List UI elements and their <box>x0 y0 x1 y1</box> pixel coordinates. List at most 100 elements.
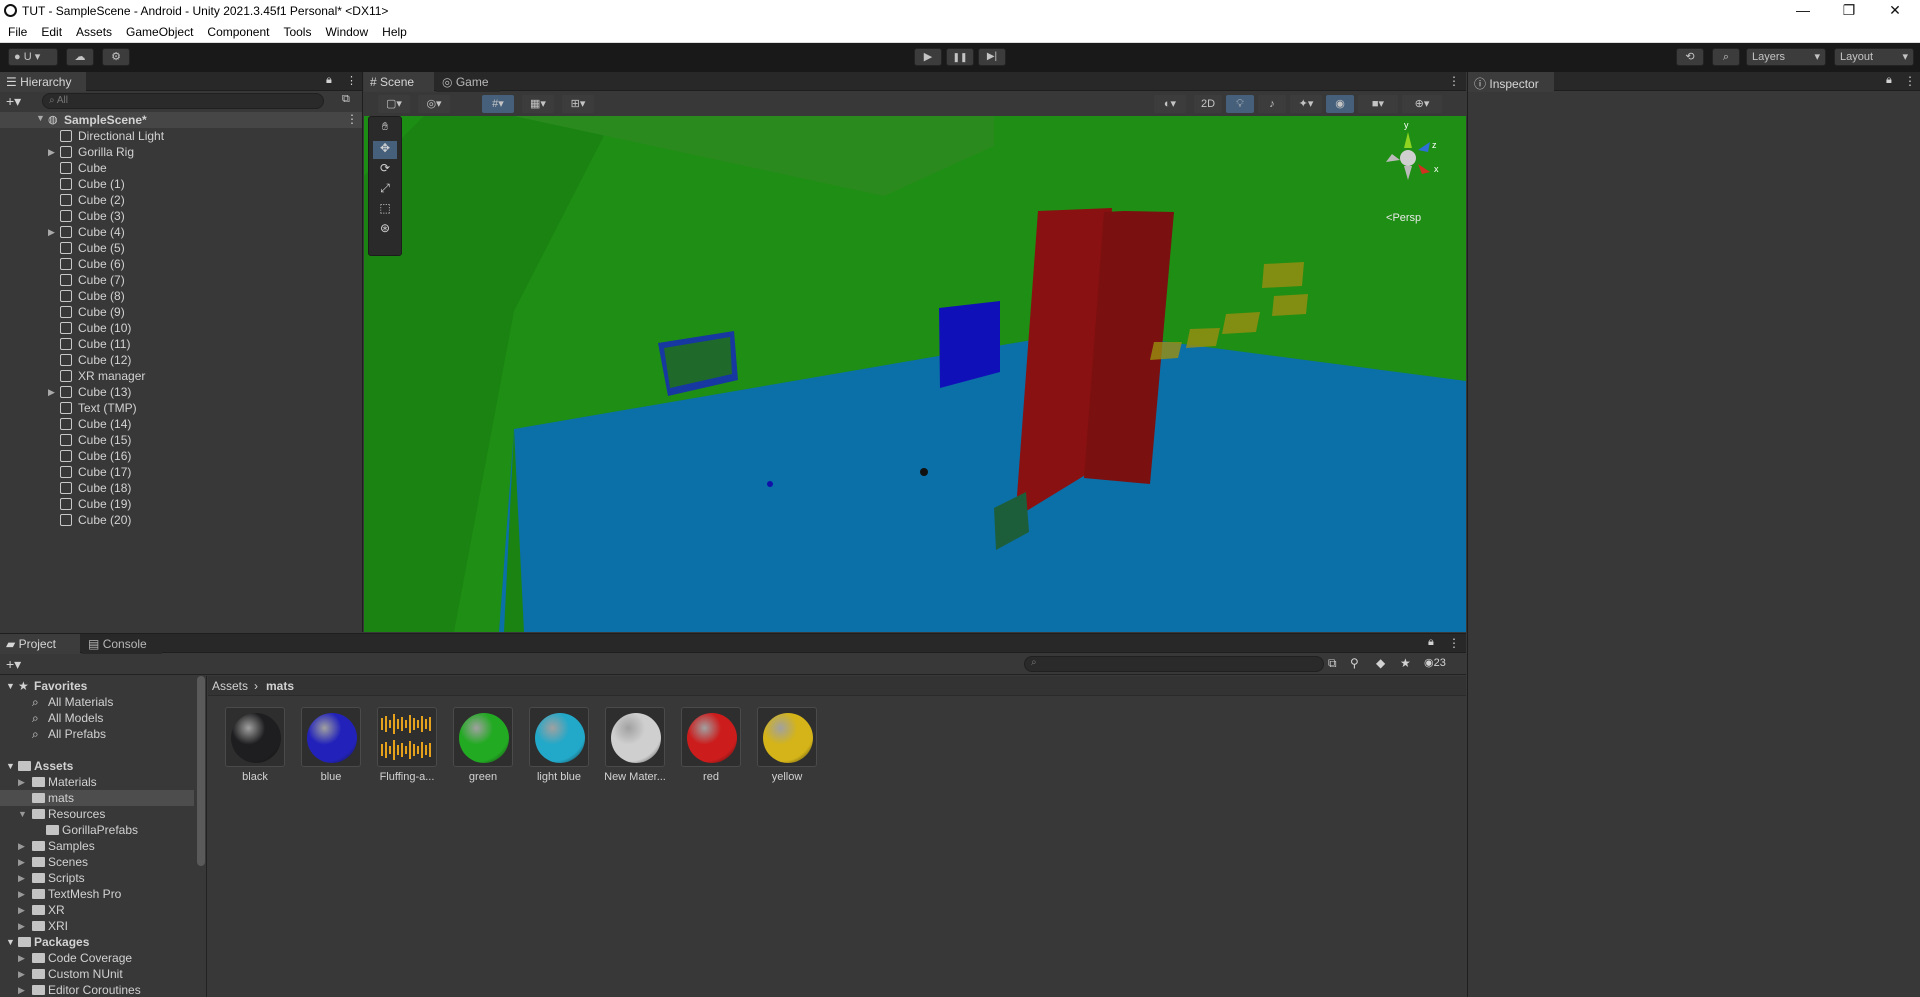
packages-root[interactable]: ▼ Packages <box>0 934 194 950</box>
hand-tool-icon[interactable]: ✋︎ <box>373 121 397 139</box>
hierarchy-search-input[interactable]: ⌕ All <box>42 93 324 109</box>
favorites-header[interactable]: ▼ ★ Favorites <box>0 678 194 694</box>
lock-icon[interactable]: 🔒︎ <box>1886 74 1892 87</box>
tab-game[interactable]: ◎ Game <box>436 72 500 92</box>
hidden-objects-icon[interactable]: ◉ <box>1326 95 1354 113</box>
favorite-item[interactable]: ⌕ All Prefabs <box>0 726 194 742</box>
scene-viewport[interactable]: ✋︎ ✥ ⟳ ⤢ ⬚ ⊛ y z x <Persp <box>364 116 1466 632</box>
hierarchy-item[interactable]: Cube (12) <box>0 352 362 368</box>
scene-root-row[interactable]: ▼ ◍ SampleScene* ⋮ <box>0 112 362 128</box>
hierarchy-item[interactable]: Text (TMP) <box>0 400 362 416</box>
expand-arrow-icon[interactable]: ▶ <box>18 886 25 902</box>
lock-icon[interactable]: 🔒︎ <box>326 74 332 87</box>
hierarchy-item[interactable]: Cube (18) <box>0 480 362 496</box>
audio-icon[interactable]: ♪ <box>1258 95 1286 113</box>
hierarchy-item[interactable]: ▶ Gorilla Rig <box>0 144 362 160</box>
draw-mode-dropdown[interactable]: ▢▾ <box>378 95 410 113</box>
hierarchy-item[interactable]: Cube <box>0 160 362 176</box>
package-item[interactable]: ▶ Code Coverage <box>0 950 194 966</box>
step-button[interactable]: ▶| <box>978 48 1006 66</box>
folder-item[interactable]: ▶ Scripts <box>0 870 194 886</box>
menu-edit[interactable]: Edit <box>33 22 68 39</box>
folder-item[interactable]: ▶ XRI <box>0 918 194 934</box>
hierarchy-item[interactable]: Directional Light <box>0 128 362 144</box>
hierarchy-item[interactable]: Cube (2) <box>0 192 362 208</box>
global-toggle-icon[interactable]: ◎▾ <box>418 95 450 113</box>
menu-window[interactable]: Window <box>317 22 374 39</box>
transform-tool-icon[interactable]: ⊛ <box>373 221 397 239</box>
search-by-type-icon[interactable]: ⧉ <box>1328 656 1337 671</box>
toggle-2d-button[interactable]: 2D <box>1194 95 1222 113</box>
hierarchy-item[interactable]: Cube (11) <box>0 336 362 352</box>
tab-project[interactable]: ▰ Project <box>0 634 80 654</box>
more-menu-icon[interactable]: ⋮ <box>1448 636 1460 650</box>
lock-icon[interactable]: 🔒︎ <box>1428 636 1434 649</box>
hierarchy-item[interactable]: Cube (14) <box>0 416 362 432</box>
history-icon[interactable]: ⟲ <box>1676 48 1704 66</box>
grid-icon[interactable]: ▦▾ <box>522 95 554 113</box>
hierarchy-item[interactable]: Cube (9) <box>0 304 362 320</box>
tab-hierarchy[interactable]: ☰ Hierarchy <box>0 72 86 92</box>
scene-menu-icon[interactable]: ⋮ <box>346 112 358 126</box>
grid-snap-icon[interactable]: #▾ <box>482 95 514 113</box>
hierarchy-item[interactable]: Cube (7) <box>0 272 362 288</box>
hierarchy-item[interactable]: ▶ Cube (13) <box>0 384 362 400</box>
hierarchy-item[interactable]: Cube (16) <box>0 448 362 464</box>
menu-tools[interactable]: Tools <box>275 22 317 39</box>
layout-dropdown[interactable]: Layout ▾ <box>1834 48 1914 66</box>
asset-item[interactable]: yellow <box>756 707 818 787</box>
expand-arrow-icon[interactable]: ▼ <box>6 678 15 694</box>
hierarchy-item[interactable]: Cube (6) <box>0 256 362 272</box>
menu-component[interactable]: Component <box>199 22 275 39</box>
asset-item[interactable]: black <box>224 707 286 787</box>
breadcrumb-mats[interactable]: mats <box>266 679 294 693</box>
add-icon[interactable]: +▾ <box>6 656 21 673</box>
more-menu-icon[interactable]: ⋮ <box>346 74 357 87</box>
hierarchy-item[interactable]: Cube (20) <box>0 512 362 528</box>
asset-item[interactable]: New Mater... <box>604 707 666 787</box>
expand-arrow-icon[interactable]: ▶ <box>18 854 25 870</box>
pause-button[interactable]: ❚❚ <box>946 48 974 66</box>
expand-arrow-icon[interactable]: ▶ <box>18 774 25 790</box>
play-button[interactable]: ▶ <box>914 48 942 66</box>
folder-item[interactable]: ▶ TextMesh Pro <box>0 886 194 902</box>
favorite-item[interactable]: ⌕ All Materials <box>0 694 194 710</box>
lighting-icon[interactable]: 💡︎ <box>1226 95 1254 113</box>
more-menu-icon[interactable]: ⋮ <box>1448 74 1460 88</box>
folder-item[interactable]: GorillaPrefabs <box>0 822 194 838</box>
expand-arrow-icon[interactable]: ▶ <box>18 982 25 997</box>
expand-arrow-icon[interactable]: ▶ <box>48 384 55 400</box>
cloud-icon[interactable]: ☁ <box>66 48 94 66</box>
layers-dropdown[interactable]: Layers ▾ <box>1746 48 1826 66</box>
menu-assets[interactable]: Assets <box>68 22 118 39</box>
rect-tool-icon[interactable]: ⬚ <box>373 201 397 219</box>
scale-tool-icon[interactable]: ⤢ <box>373 181 397 199</box>
add-icon[interactable]: +▾ <box>6 93 21 110</box>
expand-arrow-icon[interactable]: ▶ <box>48 144 55 160</box>
tab-console[interactable]: ▤ Console <box>82 634 162 654</box>
hierarchy-item[interactable]: Cube (19) <box>0 496 362 512</box>
project-search-input[interactable]: ⌕ <box>1024 656 1324 672</box>
favorite-star-icon[interactable]: ★ <box>1400 656 1411 670</box>
hierarchy-item[interactable]: Cube (17) <box>0 464 362 480</box>
expand-arrow-icon[interactable]: ▼ <box>18 806 27 822</box>
search-by-label-icon[interactable]: ⚲ <box>1350 656 1359 670</box>
expand-arrow-icon[interactable]: ▼ <box>6 934 15 950</box>
hierarchy-item[interactable]: XR manager <box>0 368 362 384</box>
menu-help[interactable]: Help <box>374 22 413 39</box>
tab-scene[interactable]: # Scene <box>364 72 434 92</box>
folder-item[interactable]: ▶ Scenes <box>0 854 194 870</box>
folder-item[interactable]: ▶ XR <box>0 902 194 918</box>
tab-inspector[interactable]: ⓘ Inspector <box>1468 72 1554 92</box>
camera-icon[interactable]: ■▾ <box>1358 95 1398 113</box>
asset-item[interactable]: light blue <box>528 707 590 787</box>
expand-arrow-icon[interactable]: ▶ <box>18 870 25 886</box>
rotate-tool-icon[interactable]: ⟳ <box>373 161 397 179</box>
hierarchy-item[interactable]: Cube (10) <box>0 320 362 336</box>
expand-arrow-icon[interactable]: ▶ <box>18 950 25 966</box>
hierarchy-item[interactable]: Cube (1) <box>0 176 362 192</box>
collab-icon[interactable]: ⚙ <box>102 48 130 66</box>
tag-icon[interactable]: ◆ <box>1376 656 1385 670</box>
filter-icon[interactable]: ⧉ <box>342 93 350 106</box>
hierarchy-item[interactable]: Cube (3) <box>0 208 362 224</box>
